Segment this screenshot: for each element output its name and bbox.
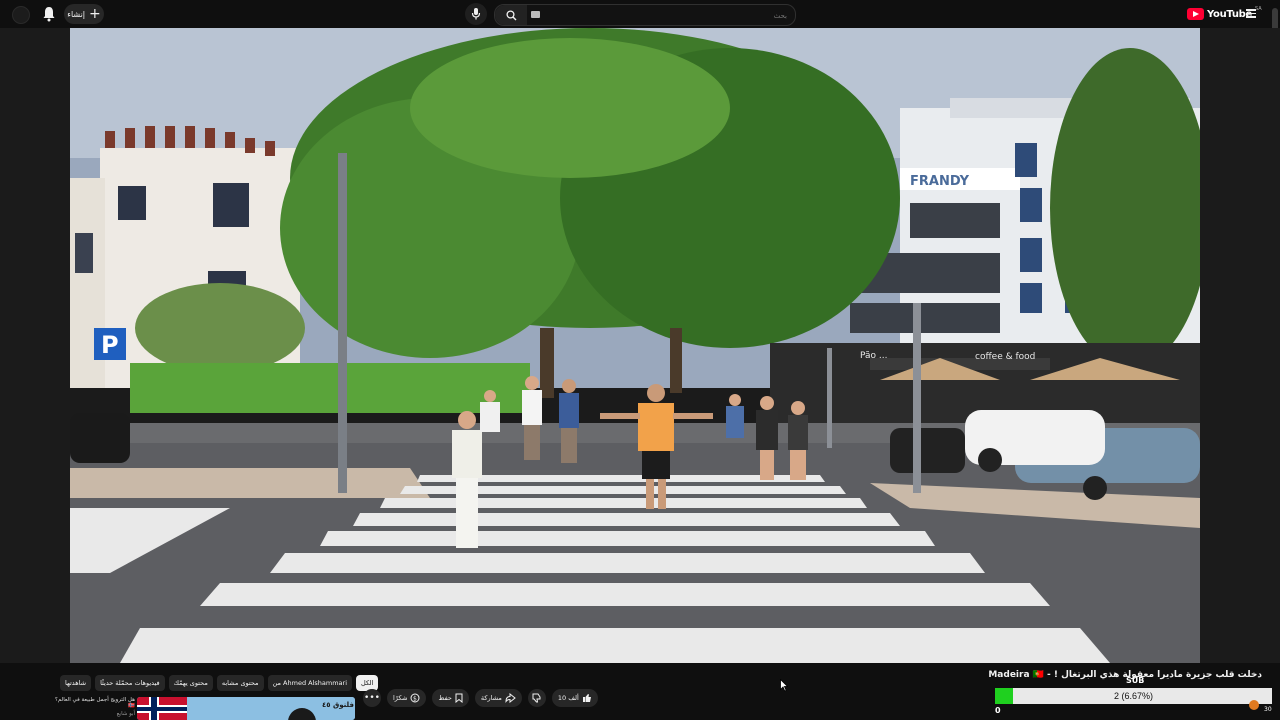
share-icon	[505, 693, 516, 703]
search-box	[494, 4, 796, 26]
chip-from-channel[interactable]: من Ahmed Alshammari	[267, 675, 353, 691]
svg-text:$: $	[413, 696, 417, 703]
thumbs-down-icon	[532, 693, 541, 703]
channel-badge-icon	[1249, 700, 1259, 710]
thanks-button[interactable]: شكرًا $	[387, 689, 427, 707]
chip-related[interactable]: محتوى مشابه	[216, 675, 264, 691]
chip-for-you[interactable]: محتوى يهمّك	[168, 675, 213, 691]
parking-sign: P	[101, 331, 119, 359]
menu-icon[interactable]	[1246, 9, 1256, 18]
sub-goal-progress: 2 (6.67%)	[995, 688, 1272, 704]
search-icon	[505, 9, 516, 20]
share-label: مشاركة	[480, 694, 502, 702]
sub-goal-max: 30	[1264, 706, 1272, 713]
sub-goal-progress-text: 2 (6.67%)	[1113, 691, 1154, 701]
shop-sign: coffee & food	[975, 352, 1035, 362]
sub-goal-label: SUB	[1126, 676, 1145, 685]
account-avatar[interactable]	[12, 6, 30, 24]
sub-goal-min: 0	[995, 706, 1001, 715]
restaurant-sign: Pão ...	[860, 351, 888, 361]
recommended-channel: أبو شايع	[116, 711, 135, 717]
plus-icon: +	[89, 6, 101, 22]
chip-watched[interactable]: شاهدتها	[60, 675, 92, 691]
thanks-label: شكرًا	[393, 694, 408, 702]
save-label: حفظ	[438, 694, 452, 702]
top-bar: إنشاء + YouTube SA	[0, 0, 1280, 28]
video-frame: FRANDY coffee & food Pão ... P	[70, 28, 1200, 663]
logo-region: SA	[1255, 6, 1262, 12]
chip-recently-uploaded[interactable]: فيديوهات محمّلة حديثًا	[95, 675, 165, 691]
bookmark-icon	[455, 693, 463, 703]
recommended-video-info[interactable]: هل الترويج أجمل طبيعة في العالم؟ 🇳🇴 أبو …	[47, 697, 135, 717]
create-button[interactable]: إنشاء +	[64, 4, 104, 24]
related-filter-chips: شاهدتها فيديوهات محمّلة حديثًا محتوى يهم…	[60, 675, 379, 691]
more-actions-button[interactable]: •••	[363, 689, 381, 707]
thanks-heart-icon: $	[410, 693, 420, 703]
search-input[interactable]	[533, 7, 789, 24]
thumbnail-text: فلنوق ٤٥	[322, 701, 354, 709]
like-button[interactable]: 10 ألف	[551, 689, 598, 707]
recommended-thumbnail[interactable]: فلنوق ٤٥	[137, 697, 355, 720]
more-icon: •••	[364, 692, 380, 703]
norway-flag-thumbnail: فلنوق ٤٥	[137, 697, 355, 720]
notifications-bell-icon[interactable]	[41, 5, 57, 23]
like-count: 10 ألف	[557, 694, 579, 702]
search-button[interactable]	[495, 5, 527, 25]
share-button[interactable]: مشاركة	[474, 689, 522, 707]
recommended-title: هل الترويج أجمل طبيعة في العالم؟ 🇳🇴	[54, 697, 135, 709]
microphone-icon	[471, 8, 481, 20]
dislike-button[interactable]	[527, 689, 546, 707]
create-label: إنشاء	[67, 9, 86, 19]
youtube-play-icon	[1187, 8, 1204, 20]
mouse-cursor-icon	[780, 679, 788, 692]
thumbs-up-icon	[582, 694, 591, 702]
action-buttons: ••• شكرًا $ حفظ مشاركة 10 ألف	[363, 689, 598, 707]
hotel-sign: FRANDY	[910, 174, 970, 189]
video-player[interactable]: FRANDY coffee & food Pão ... P	[70, 28, 1200, 663]
voice-search-button[interactable]	[465, 3, 487, 25]
save-button[interactable]: حفظ	[432, 689, 469, 707]
